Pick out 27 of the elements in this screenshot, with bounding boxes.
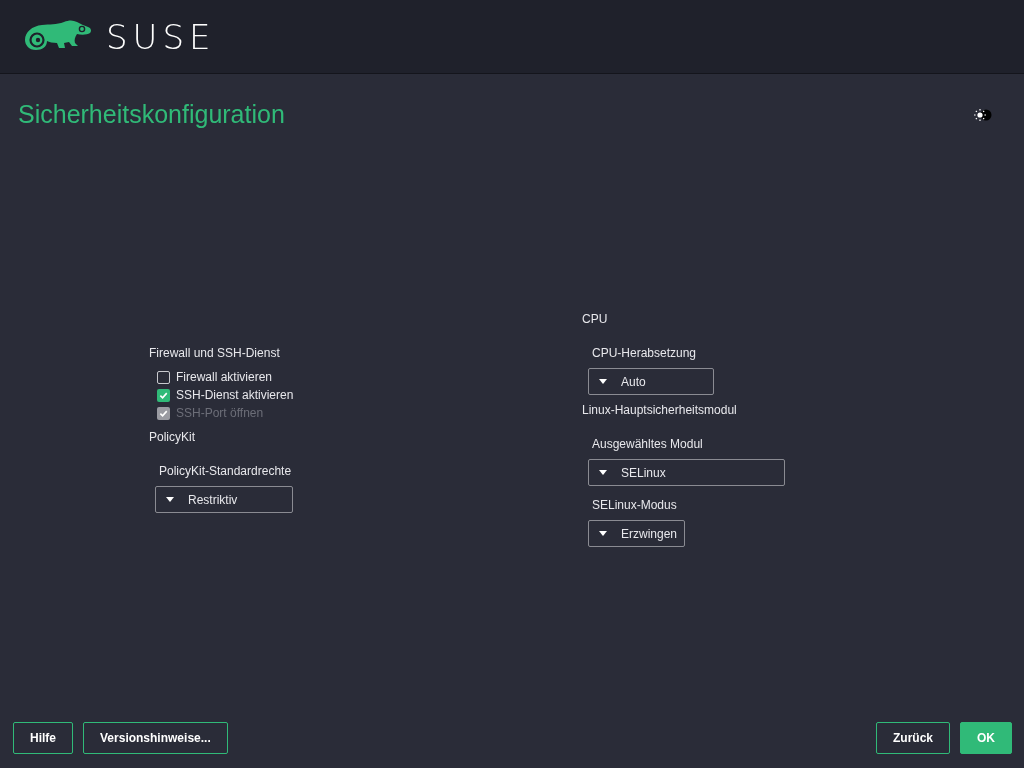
combo-label: CPU-Herabsetzung bbox=[592, 346, 698, 360]
dropdown[interactable]: Restriktiv bbox=[155, 486, 293, 513]
combo-label: PolicyKit-Standardrechte bbox=[159, 464, 293, 478]
page-title: Sicherheitskonfiguration bbox=[18, 100, 285, 129]
section-heading: Linux-Hauptsicherheitsmodul bbox=[582, 403, 738, 417]
logo-text: SUSE bbox=[106, 16, 216, 57]
caret-icon bbox=[599, 531, 607, 536]
checkbox[interactable] bbox=[157, 388, 170, 402]
caret-icon bbox=[599, 470, 607, 475]
checkbox-label: Firewall aktivieren bbox=[176, 370, 273, 384]
checkbox-label: SSH-Port öffnen bbox=[176, 406, 264, 420]
footer-button[interactable]: Hilfe bbox=[13, 722, 73, 754]
dropdown[interactable]: Auto bbox=[588, 368, 714, 395]
section-heading: PolicyKit bbox=[149, 430, 196, 444]
checkbox-label: SSH-Dienst aktivieren bbox=[176, 388, 294, 402]
combo-label: SELinux-Modus bbox=[592, 498, 678, 512]
dropdown[interactable]: SELinux bbox=[588, 459, 785, 486]
dropdown[interactable]: Erzwingen bbox=[588, 520, 685, 547]
caret-icon bbox=[599, 379, 607, 384]
theme-toggle-icon[interactable] bbox=[974, 107, 992, 122]
footer-button[interactable]: Versionshinweise... bbox=[83, 722, 228, 754]
section-heading: Firewall und SSH-Dienst bbox=[149, 346, 281, 360]
footer-button[interactable]: Zurück bbox=[876, 722, 950, 754]
checkbox[interactable] bbox=[157, 370, 170, 384]
section-heading: CPU bbox=[582, 312, 609, 326]
combo-label: Ausgewähltes Modul bbox=[592, 437, 704, 451]
caret-icon bbox=[166, 497, 174, 502]
